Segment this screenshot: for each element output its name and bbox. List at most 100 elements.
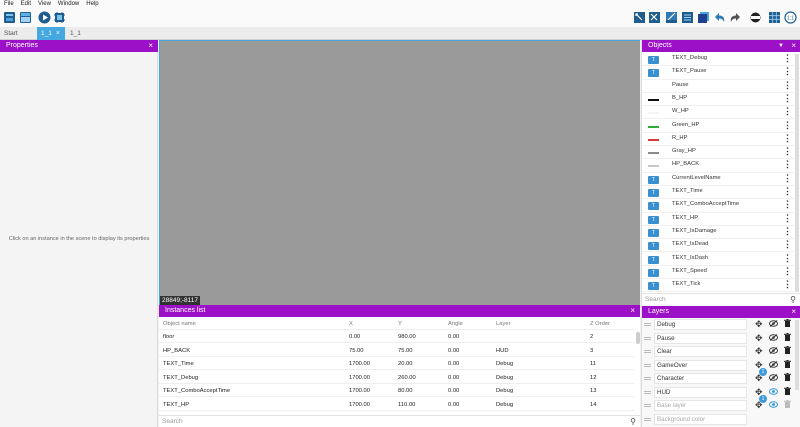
layer-name-field[interactable]: Debug bbox=[654, 319, 747, 330]
tab-scene-1-1[interactable]: 1_1 × bbox=[37, 27, 65, 40]
object-item[interactable]: HP_BACK ⋮ bbox=[642, 159, 794, 173]
delete-layer-icon[interactable] bbox=[784, 319, 791, 329]
zoom-button[interactable]: 1:1 bbox=[784, 11, 797, 24]
object-item[interactable]: T CurrentLevelName ⋮ bbox=[642, 173, 794, 186]
layer-name-field[interactable]: GameOver bbox=[654, 359, 747, 371]
object-item[interactable]: R_HP ⋮ bbox=[642, 133, 794, 147]
close-icon[interactable]: × bbox=[791, 306, 796, 318]
hidden-eye-icon[interactable] bbox=[769, 320, 778, 329]
toggle-grid-button[interactable] bbox=[768, 11, 781, 24]
more-options-icon[interactable]: ⋮ bbox=[783, 80, 792, 91]
object-item[interactable]: T TEXT_IsDash ⋮ bbox=[642, 253, 794, 266]
close-icon[interactable]: × bbox=[630, 305, 635, 317]
layer-row[interactable]: Base layer ✥ 1 bbox=[642, 395, 794, 413]
object-item[interactable]: T TEXT_Tick ⋮ bbox=[642, 279, 794, 293]
more-options-icon[interactable]: ⋮ bbox=[783, 186, 792, 197]
table-row[interactable]: TEXT_HP 1700.00 110.00 0.00 Debug 14 bbox=[159, 398, 634, 411]
open-object-groups-button[interactable] bbox=[648, 11, 661, 24]
tab-start-page[interactable]: Start Page bbox=[0, 27, 36, 50]
more-options-icon[interactable]: ⋮ bbox=[783, 279, 792, 290]
layer-row[interactable]: HUD ✥ bbox=[642, 386, 794, 400]
edit-layer-effects-icon[interactable]: ✥ bbox=[755, 319, 763, 330]
hidden-eye-icon[interactable] bbox=[769, 374, 778, 383]
object-item[interactable]: T TEXT_Debug ⋮ bbox=[642, 53, 794, 67]
drag-handle-icon[interactable] bbox=[644, 377, 651, 378]
drag-handle-icon[interactable] bbox=[644, 363, 651, 365]
more-options-icon[interactable]: ⋮ bbox=[783, 253, 792, 264]
object-item[interactable]: T TEXT_ComboAcceptTime ⋮ bbox=[642, 199, 794, 213]
drag-handle-icon[interactable] bbox=[644, 350, 651, 351]
toggle-window-mask-button[interactable] bbox=[749, 11, 762, 24]
more-options-icon[interactable]: ⋮ bbox=[783, 93, 792, 104]
column-header[interactable]: Angle bbox=[448, 321, 463, 327]
layer-name-field[interactable]: Character bbox=[654, 373, 747, 384]
layer-name-field[interactable]: HUD bbox=[654, 386, 747, 398]
debugger-button[interactable] bbox=[53, 11, 66, 24]
layer-row[interactable]: Debug ✥ bbox=[642, 318, 794, 332]
more-options-icon[interactable]: ⋮ bbox=[783, 173, 792, 184]
open-objects-button[interactable] bbox=[633, 11, 646, 24]
scene-preview-settings-button[interactable] bbox=[19, 11, 32, 24]
background-color-row[interactable]: Background color bbox=[642, 413, 794, 427]
more-options-icon[interactable]: ⋮ bbox=[783, 53, 792, 64]
delete-layer-icon[interactable] bbox=[784, 332, 791, 343]
edit-layer-effects-icon[interactable]: ✥ bbox=[755, 346, 763, 357]
hidden-eye-icon[interactable] bbox=[769, 347, 778, 356]
drag-handle-icon[interactable] bbox=[644, 390, 651, 392]
more-options-icon[interactable]: ⋮ bbox=[783, 199, 792, 210]
object-item[interactable]: T TEXT_Pause ⋮ bbox=[642, 66, 794, 80]
table-row[interactable]: HP_BACK 75.00 75.00 0.00 HUD 3 bbox=[159, 344, 634, 357]
layer-row[interactable]: GameOver ✥ bbox=[642, 359, 794, 373]
menu-help[interactable]: Help bbox=[82, 1, 101, 7]
column-header[interactable]: X bbox=[349, 321, 353, 327]
column-header[interactable]: Y bbox=[398, 321, 402, 327]
object-item[interactable]: Gray_HP ⋮ bbox=[642, 146, 794, 160]
scrollbar[interactable] bbox=[795, 54, 799, 292]
hidden-eye-icon[interactable] bbox=[769, 360, 778, 370]
scene-canvas[interactable]: 28849;-8117 bbox=[159, 40, 640, 305]
object-item[interactable]: B_HP ⋮ bbox=[642, 93, 794, 107]
more-options-icon[interactable]: ⋮ bbox=[783, 106, 792, 117]
object-item[interactable]: T TEXT_IsDamage ⋮ bbox=[642, 226, 794, 240]
filter-icon[interactable]: ▼ bbox=[778, 40, 784, 52]
delete-layer-icon[interactable] bbox=[784, 359, 791, 370]
object-item[interactable]: T TEXT_Speed ⋮ bbox=[642, 266, 794, 280]
close-icon[interactable]: × bbox=[148, 40, 153, 52]
objects-search-input[interactable]: Search ⚲ bbox=[642, 293, 800, 305]
layer-row[interactable]: Pause ✥ bbox=[642, 332, 794, 346]
open-instances-list-button[interactable] bbox=[681, 11, 694, 24]
close-icon[interactable]: × bbox=[791, 40, 796, 52]
more-options-icon[interactable]: ⋮ bbox=[783, 120, 792, 131]
preview-play-button[interactable] bbox=[38, 11, 51, 24]
menu-edit[interactable]: Edit bbox=[17, 1, 34, 7]
open-properties-button[interactable] bbox=[665, 11, 678, 24]
drag-handle-icon[interactable] bbox=[644, 336, 651, 338]
layer-name-field[interactable]: Base layer bbox=[654, 400, 747, 411]
layer-row[interactable]: Clear ✥ bbox=[642, 345, 794, 359]
column-header[interactable]: Layer bbox=[496, 321, 511, 327]
object-item[interactable]: T TEXT_Time ⋮ bbox=[642, 186, 794, 200]
delete-layer-icon[interactable] bbox=[784, 346, 791, 356]
visible-eye-icon[interactable] bbox=[769, 401, 778, 410]
delete-layer-icon[interactable] bbox=[784, 386, 791, 397]
table-row[interactable]: TEXT_ComboAcceptTime 1700.00 80.00 0.00 Debu… bbox=[159, 384, 634, 397]
hidden-eye-icon[interactable] bbox=[769, 333, 778, 343]
more-options-icon[interactable]: ⋮ bbox=[783, 159, 792, 170]
menu-window[interactable]: Window bbox=[54, 1, 82, 7]
scrollbar[interactable] bbox=[795, 320, 799, 390]
table-row[interactable]: floor 0.00 980.00 0.00 2 bbox=[159, 330, 634, 343]
open-layers-button[interactable] bbox=[697, 11, 710, 24]
delete-layer-icon[interactable] bbox=[784, 373, 791, 383]
more-options-icon[interactable]: ⋮ bbox=[783, 133, 792, 144]
more-options-icon[interactable]: ⋮ bbox=[783, 146, 792, 157]
drag-handle-icon[interactable] bbox=[644, 323, 651, 324]
table-row[interactable]: TEXT_Debug 1700.00 260.00 0.00 Debug 12 bbox=[159, 371, 634, 384]
more-options-icon[interactable]: ⋮ bbox=[783, 66, 792, 77]
scrollbar[interactable] bbox=[636, 332, 640, 344]
object-item[interactable]: W_HP ⋮ bbox=[642, 106, 794, 120]
column-header[interactable]: Z Order bbox=[590, 321, 610, 327]
redo-button[interactable] bbox=[729, 11, 742, 24]
layer-row[interactable]: Character ✥ 1 bbox=[642, 368, 794, 386]
edit-layer-effects-icon[interactable]: ✥ bbox=[755, 333, 763, 344]
close-icon[interactable]: × bbox=[56, 30, 60, 37]
